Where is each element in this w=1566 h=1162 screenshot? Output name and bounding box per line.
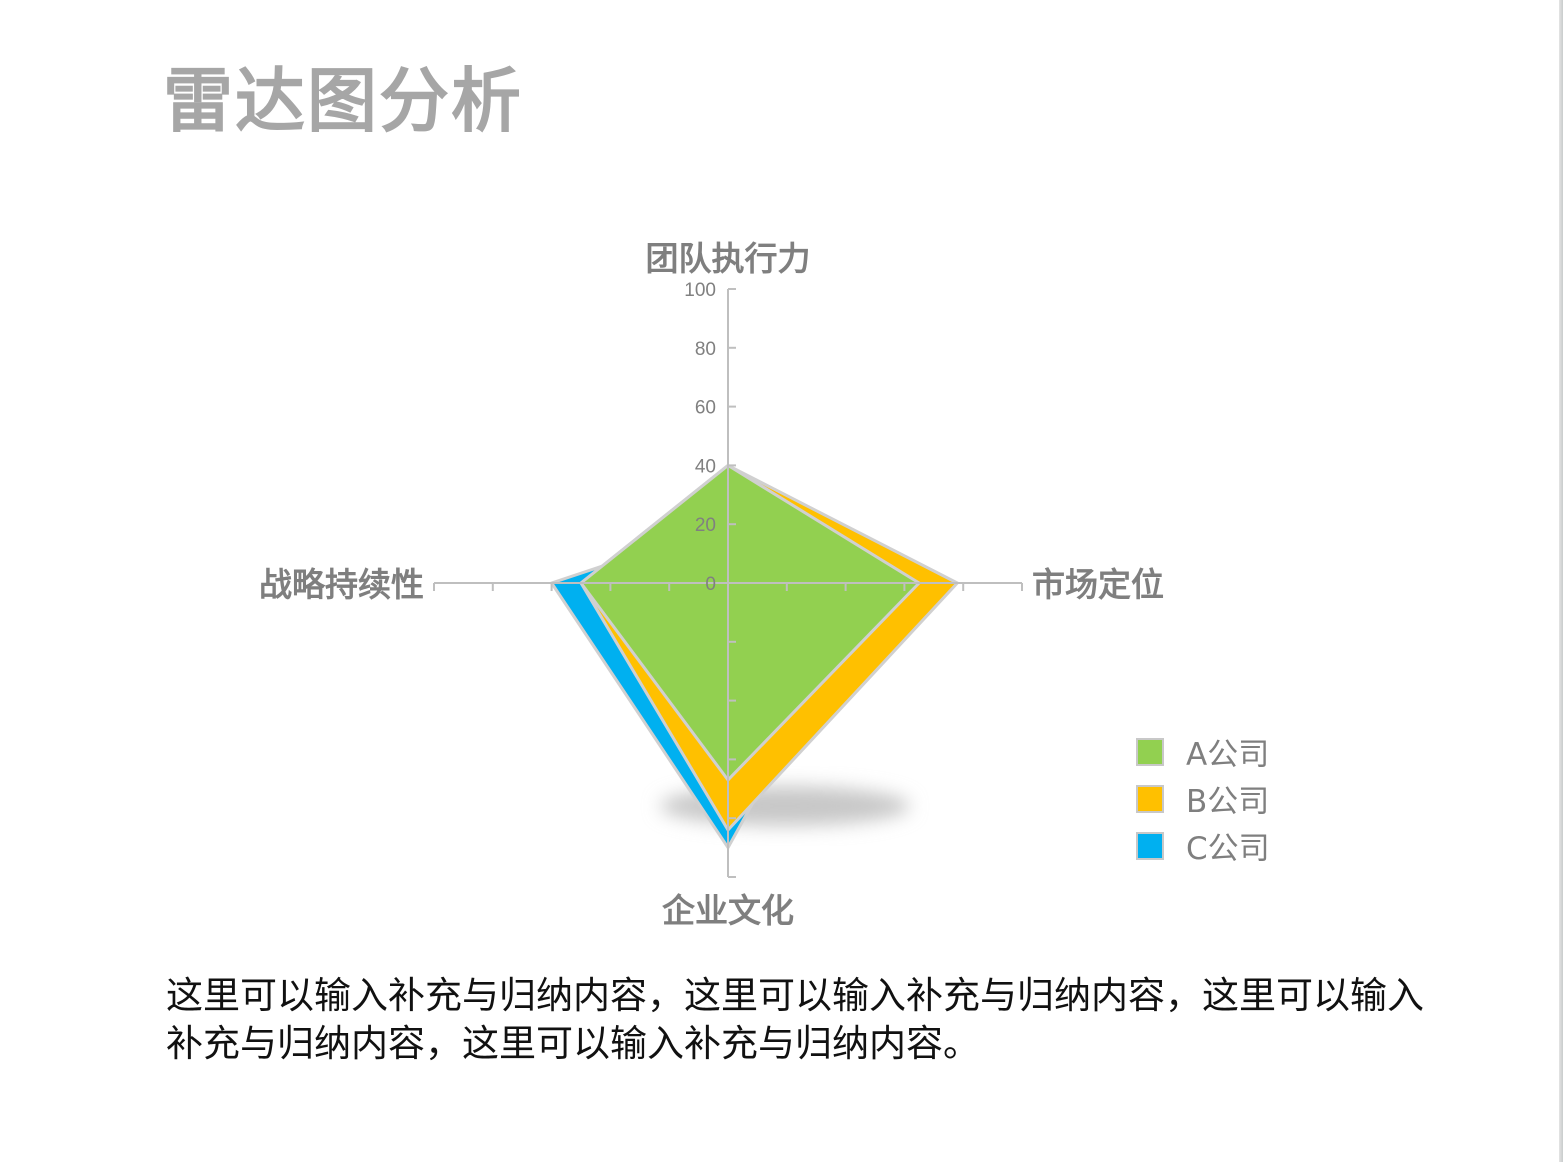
tick-label-100: 100 xyxy=(684,280,716,301)
legend-swatch-c xyxy=(1136,831,1164,860)
summary-text: 这里可以输入补充与归纳内容，这里可以输入补充与归纳内容，这里可以输入补充与归纳内… xyxy=(166,974,1424,1065)
tick-label-60: 60 xyxy=(695,398,716,419)
legend-swatch-b xyxy=(1136,784,1164,813)
tick-label-0: 0 xyxy=(705,574,716,595)
category-label-left: 战略持续性 xyxy=(259,565,424,604)
axis-layer xyxy=(433,288,1023,878)
legend-item-c: C公司 xyxy=(1136,822,1270,869)
series-layer xyxy=(550,463,959,850)
series-area-A公司 xyxy=(579,463,921,782)
tick-label-20: 20 xyxy=(695,515,716,536)
tick-label-80: 80 xyxy=(695,339,716,360)
legend-item-b: B公司 xyxy=(1136,775,1270,822)
category-label-top: 团队执行力 xyxy=(646,239,811,278)
legend-label-c: C公司 xyxy=(1186,831,1270,867)
chart-legend: A公司 B公司 C公司 xyxy=(1136,728,1270,869)
category-label-right: 市场定位 xyxy=(1032,565,1164,604)
legend-label-a: A公司 xyxy=(1186,737,1270,773)
legend-item-a: A公司 xyxy=(1136,728,1270,775)
legend-swatch-a xyxy=(1136,737,1164,766)
category-label-bottom: 企业文化 xyxy=(662,891,794,930)
legend-label-b: B公司 xyxy=(1186,784,1270,820)
tick-label-40: 40 xyxy=(695,456,716,477)
